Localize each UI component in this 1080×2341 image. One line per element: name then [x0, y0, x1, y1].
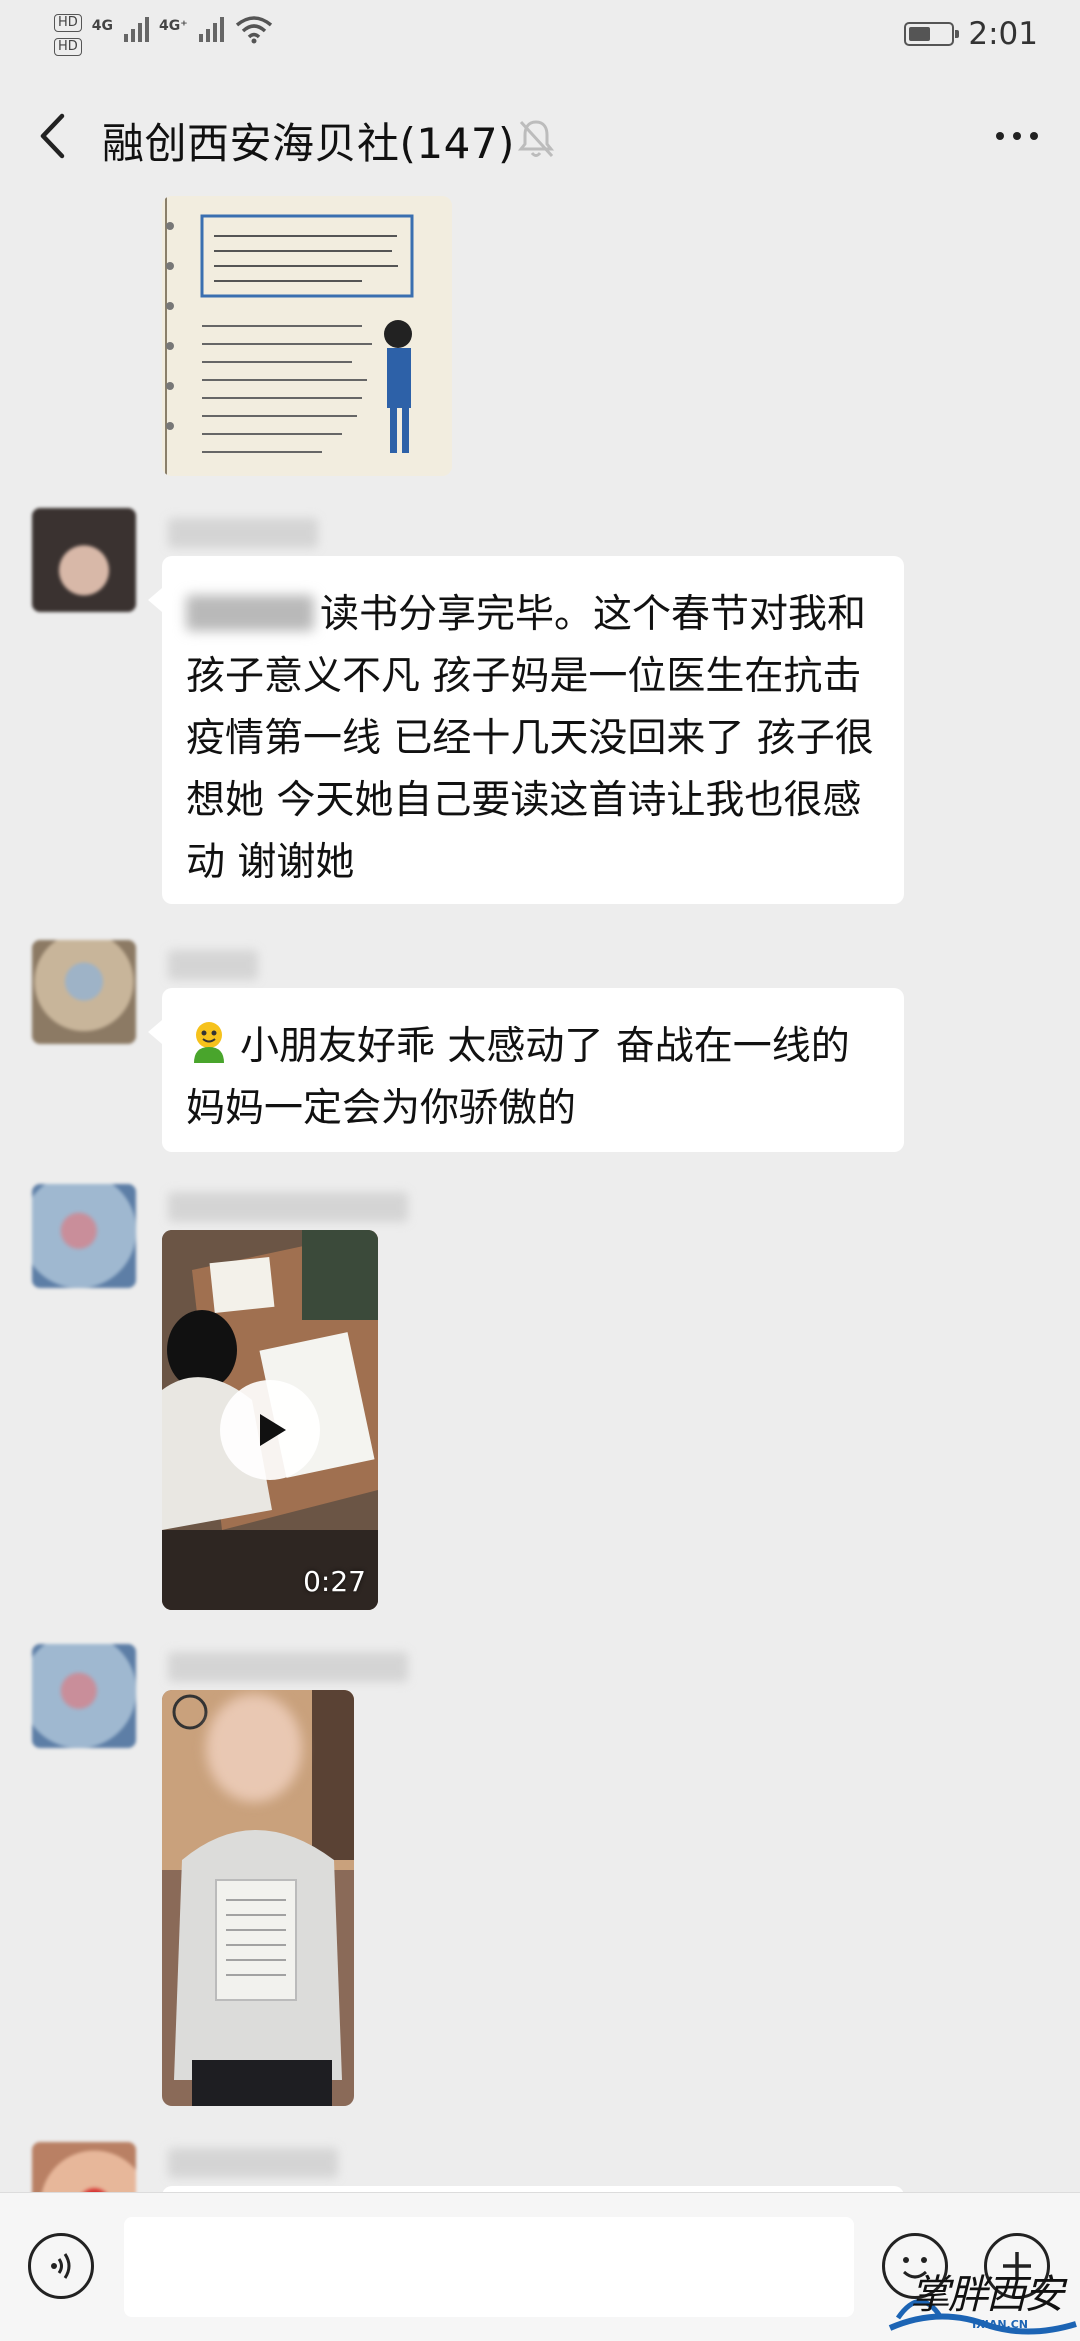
sender-name	[168, 2148, 338, 2178]
smiley-emoji	[194, 1022, 224, 1063]
video-duration: 0:27	[303, 1565, 366, 1598]
voice-button[interactable]	[28, 2233, 94, 2299]
notebook-image	[162, 196, 452, 476]
hd-badge-2: HD	[54, 38, 82, 56]
watermark-text: 掌胖西安	[910, 2272, 1064, 2318]
avatar[interactable]	[32, 508, 136, 612]
play-button[interactable]	[220, 1380, 320, 1480]
watermark-sub: IXIAN.CN	[972, 2318, 1028, 2331]
avatar[interactable]	[32, 1644, 136, 1748]
back-button[interactable]	[24, 102, 80, 170]
child-photo	[162, 1690, 354, 2106]
voice-icon	[51, 2253, 71, 2279]
more-dot	[1030, 132, 1038, 140]
sender-name	[168, 518, 318, 548]
play-icon	[260, 1414, 286, 1446]
chat-header: 融创西安海贝社(147)	[0, 76, 1080, 196]
avatar[interactable]	[32, 940, 136, 1044]
network-type-1: 4G	[91, 18, 114, 34]
clock: 2:01	[968, 16, 1038, 52]
network-type-2: 4G⁺	[159, 18, 188, 34]
text-message[interactable]: 读书分享完毕。这个春节对我和孩子意义不凡 孩子妈是一位医生在抗击疫情第一线 已经…	[148, 556, 904, 904]
message-text: 小朋友好乖 太感动了 奋战在一线的妈妈一定会为你骄傲的	[186, 1024, 850, 1131]
redacted-name	[186, 595, 314, 631]
more-dot	[996, 132, 1004, 140]
hd-badge-1: HD	[54, 14, 82, 32]
avatar[interactable]	[32, 1184, 136, 1288]
hd-badges: HD HD	[54, 14, 82, 56]
status-bar: HD HD 4G 4G⁺ 2:01	[0, 0, 1080, 76]
video-message[interactable]: 0:27	[162, 1230, 378, 1610]
text-message[interactable]: 小朋友好乖 太感动了 奋战在一线的妈妈一定会为你骄傲的	[148, 988, 904, 1152]
message-text: 读书分享完毕。这个春节对我和孩子意义不凡 孩子妈是一位医生在抗击疫情第一线 已经…	[186, 592, 874, 885]
sender-name	[168, 1192, 408, 1222]
status-left: HD HD 4G 4G⁺	[54, 14, 274, 56]
more-button[interactable]	[982, 112, 1052, 160]
status-right: 2:01	[904, 16, 1038, 52]
message-list[interactable]: 读书分享完毕。这个春节对我和孩子意义不凡 孩子妈是一位医生在抗击疫情第一线 已经…	[0, 196, 1080, 2192]
image-message[interactable]	[162, 1690, 354, 2106]
battery-icon	[904, 22, 960, 46]
signal-icon-2	[198, 17, 224, 42]
sender-name	[168, 950, 258, 980]
avatar[interactable]	[32, 2142, 136, 2192]
chevron-left-icon	[40, 113, 65, 159]
message-input[interactable]	[124, 2217, 854, 2317]
image-message[interactable]	[162, 196, 452, 476]
chat-title: 融创西安海贝社(147)	[102, 119, 515, 168]
bell-muted-icon	[517, 120, 555, 158]
sender-name	[168, 1652, 408, 1682]
more-dot	[1013, 132, 1021, 140]
wifi-icon	[235, 16, 272, 44]
battery-level	[909, 27, 931, 41]
signal-icon	[124, 17, 150, 42]
